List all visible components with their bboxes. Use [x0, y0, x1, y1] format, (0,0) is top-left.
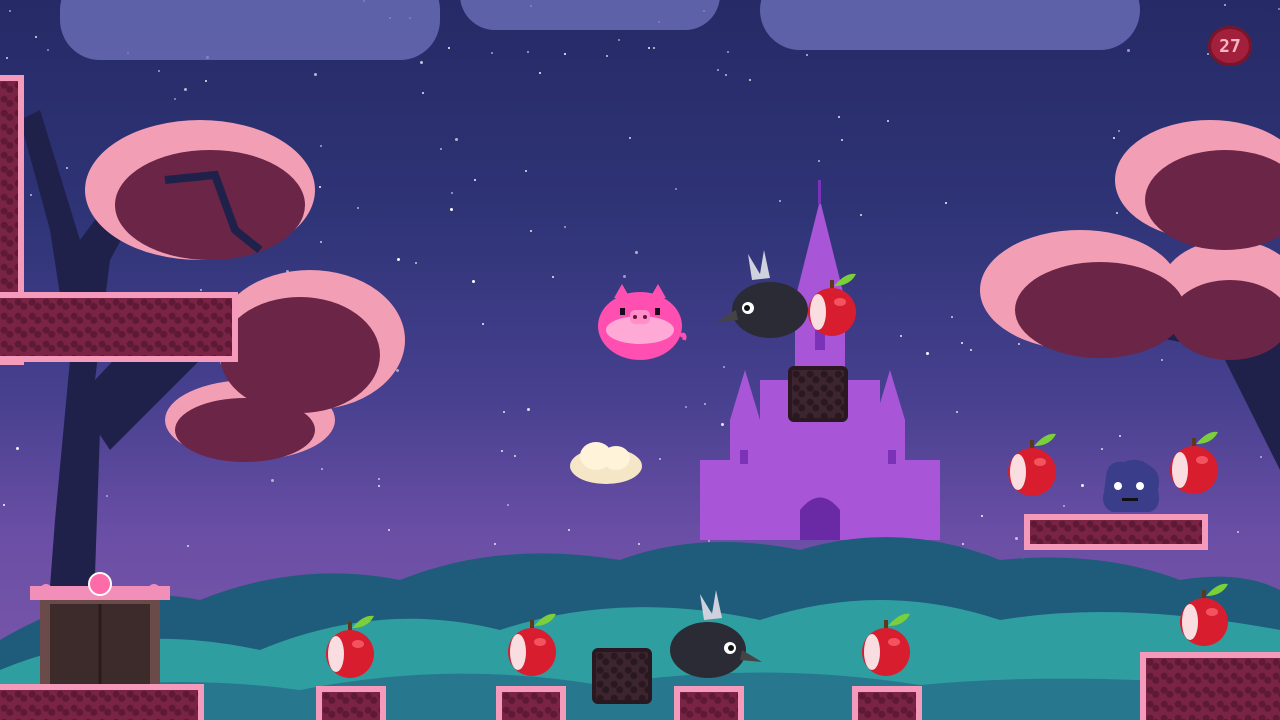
crate-floating — [788, 366, 848, 422]
star — [440, 148, 442, 150]
star — [806, 54, 808, 56]
star — [525, 170, 527, 172]
apple-5-icon — [326, 615, 374, 678]
star — [951, 316, 953, 318]
star — [564, 226, 566, 228]
spiky-bird-enemy-lower — [670, 590, 762, 678]
star — [552, 276, 554, 278]
left-ledge-platform — [0, 292, 238, 362]
star — [1081, 484, 1084, 487]
crate-ground — [592, 648, 652, 704]
apple-4-icon — [1180, 583, 1228, 646]
star — [514, 455, 516, 457]
star — [841, 139, 843, 141]
star — [1063, 505, 1065, 507]
star — [675, 188, 677, 190]
star — [961, 342, 963, 344]
star — [659, 458, 661, 460]
star — [507, 504, 509, 506]
star — [623, 275, 626, 278]
star — [503, 411, 505, 413]
exit-door[interactable] — [30, 572, 170, 692]
star — [527, 51, 529, 53]
star — [420, 61, 423, 64]
star — [450, 208, 453, 211]
rock-monster-enemy — [1103, 459, 1159, 512]
small-cloud — [570, 442, 642, 484]
star — [838, 116, 840, 118]
collectible-counter: 27 — [1208, 26, 1252, 66]
star — [945, 202, 947, 204]
star — [685, 406, 687, 408]
star — [606, 55, 608, 57]
spiky-bird-enemy-upper — [716, 250, 808, 338]
star — [474, 179, 476, 181]
star — [530, 230, 532, 232]
star — [717, 69, 719, 71]
counter-value: 27 — [1219, 35, 1241, 57]
apple-1-icon — [808, 273, 856, 336]
ground-platform-3 — [496, 686, 566, 720]
star — [482, 323, 484, 325]
ground-platform-5 — [852, 686, 922, 720]
apple-7-icon — [862, 613, 910, 676]
star — [653, 47, 655, 49]
star — [970, 349, 972, 351]
star — [887, 120, 889, 122]
star — [648, 47, 650, 49]
star — [1127, 49, 1130, 52]
star — [491, 52, 493, 54]
star — [501, 450, 503, 452]
apple-3-icon — [1170, 431, 1218, 494]
star — [539, 72, 541, 74]
floating-platform-right — [1024, 514, 1208, 550]
pig-player — [598, 284, 687, 360]
game-stage: 27 — [0, 0, 1280, 720]
star — [956, 411, 958, 413]
star — [564, 53, 566, 55]
star — [451, 192, 453, 194]
star — [749, 79, 751, 81]
ground-platform-4 — [674, 686, 744, 720]
star — [635, 251, 638, 254]
star — [455, 138, 458, 141]
star — [629, 137, 631, 139]
top-cloud-right — [760, 0, 1140, 50]
star — [727, 51, 729, 53]
star — [725, 74, 727, 76]
star — [981, 515, 983, 517]
star — [422, 92, 424, 94]
ground-platform-left — [0, 684, 204, 720]
star — [527, 408, 530, 411]
apple-6-icon — [508, 613, 556, 676]
apple-2-icon — [1008, 433, 1056, 496]
castle — [700, 180, 940, 540]
star — [448, 47, 450, 49]
ground-platform-right — [1140, 652, 1280, 720]
top-cloud-mid — [460, 0, 720, 30]
star — [472, 280, 475, 283]
right-tree — [980, 120, 1280, 470]
star — [618, 39, 620, 41]
star — [1224, 4, 1226, 6]
ground-platform-2 — [316, 686, 386, 720]
star — [818, 160, 820, 162]
